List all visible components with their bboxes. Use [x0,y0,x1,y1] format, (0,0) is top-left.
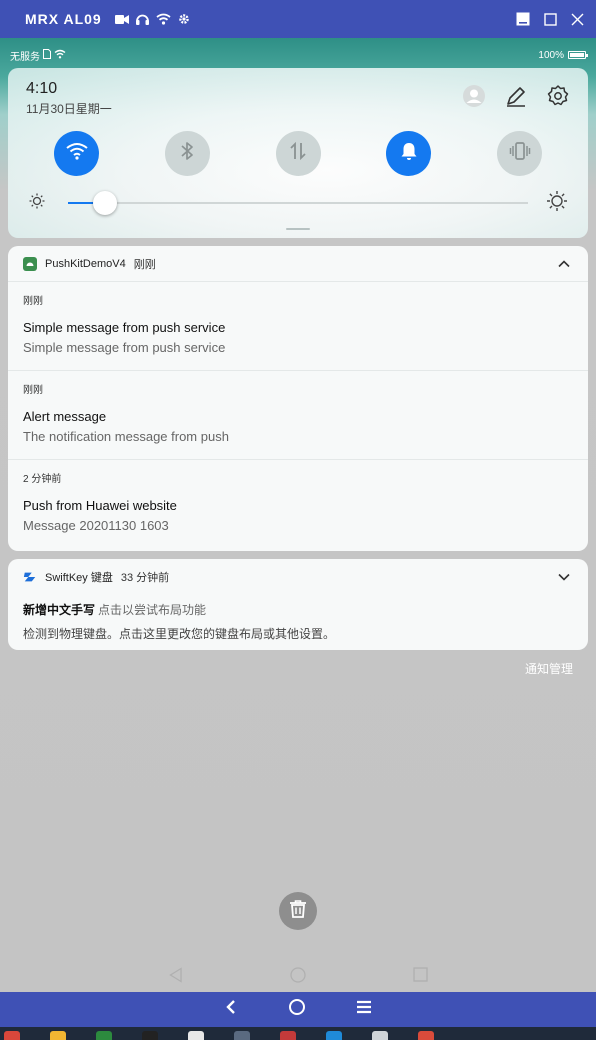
notification-item-text: Simple message from push service [23,340,226,355]
panel-drag-handle[interactable] [286,228,310,230]
brightness-low-icon [28,192,46,215]
taskbar-folder-icon[interactable] [50,1031,66,1040]
quick-settings-actions [462,84,570,108]
avatar-icon[interactable] [462,84,486,108]
sim-icon [43,48,51,62]
status-bar: 无服务 100% [10,48,588,63]
chevron-down-icon[interactable] [555,568,573,586]
chevron-up-icon[interactable] [555,255,573,273]
recents-icon[interactable] [413,967,428,987]
vibrate-toggle[interactable] [497,131,542,176]
settings-icon[interactable] [546,84,570,108]
notification-item-text: The notification message from push [23,429,229,444]
maximize-icon[interactable] [544,12,557,26]
phone-navigation-bar [0,962,596,992]
notification-item[interactable]: 2 分钟前 Push from Huawei website Message 2… [8,460,588,549]
quick-toggles [54,131,542,177]
mobile-data-toggle[interactable] [275,131,321,176]
window-controls [516,12,584,26]
minimize-icon[interactable] [516,12,530,26]
emulator-navigation-bar [0,992,596,1027]
clock-time: 4:10 [26,80,58,97]
notification-item[interactable]: 刚刚 Alert message The notification messag… [8,371,588,460]
notification-item-time: 2 分钟前 [23,474,62,485]
taskbar-app-icon[interactable] [4,1031,20,1040]
close-icon[interactable] [571,13,584,26]
taskbar-app-icon[interactable] [280,1031,296,1040]
emulator-title-bar: MRX AL09 [0,0,596,38]
phone-screen: 无服务 100% 4:10 11月30日星期一 PushKitDemoV4 刚刚… [0,38,596,992]
taskbar-app-icon[interactable] [142,1031,158,1040]
headset-icon [135,13,149,25]
swiftkey-notification[interactable]: SwiftKey 键盘 33 分钟前 新增中文手写 点击以尝试布局功能 检测到物理… [8,559,588,650]
edit-icon[interactable] [504,84,528,108]
notification-item[interactable]: 刚刚 Simple message from push service Simp… [8,282,588,371]
gear-icon[interactable] [178,13,190,25]
pushkit-notification-group: PushKitDemoV4 刚刚 刚刚 Simple message from … [8,246,588,551]
bell-icon [400,141,418,166]
app-name: PushKitDemoV4 [45,257,126,270]
sound-toggle[interactable] [386,131,432,176]
mobile-data-icon [290,141,306,166]
clear-all-button[interactable] [279,892,317,930]
notification-body: 新增中文手写 点击以尝试布局功能 检测到物理键盘。点击这里更改您的键盘布局或其他设… [8,595,588,642]
wifi-icon [156,13,171,25]
menu-icon[interactable] [356,1000,372,1019]
back-icon[interactable] [168,966,184,988]
home-icon[interactable] [288,998,306,1021]
notification-item-time: 刚刚 [23,296,43,307]
notification-time: 刚刚 [133,258,156,271]
carrier-label: 无服务 [10,51,40,63]
wifi-status-icon [54,49,66,62]
title-status-icons [114,13,190,25]
brightness-high-icon [546,190,568,217]
window-title: MRX AL09 [25,11,102,27]
taskbar-app-icon[interactable] [188,1031,204,1040]
host-taskbar [0,1027,596,1040]
notification-title: 新增中文手写 [23,603,96,617]
notification-title-rest: 点击以尝试布局功能 [98,603,207,617]
taskbar-app-icon[interactable] [418,1031,434,1040]
taskbar-app-icon[interactable] [234,1031,250,1040]
notification-item-title: Alert message [23,409,107,424]
battery-icon [568,51,588,59]
quick-settings-panel: 4:10 11月30日星期一 [8,68,588,238]
taskbar-app-icon[interactable] [326,1031,342,1040]
bluetooth-icon [180,141,194,166]
brightness-slider[interactable] [68,191,528,215]
notification-text: 检测到物理键盘。点击这里更改您的键盘布局或其他设置。 [23,627,336,641]
bluetooth-toggle[interactable] [164,131,210,176]
back-icon[interactable] [224,999,238,1020]
notification-header[interactable]: PushKitDemoV4 刚刚 [8,246,588,282]
notification-item-title: Push from Huawei website [23,498,177,513]
notification-time: 33 分钟前 [120,572,170,584]
app-name: SwiftKey 键盘 [45,572,113,584]
video-icon [114,14,129,25]
clock-date: 11月30日星期一 [26,102,112,116]
swiftkey-app-icon [23,570,37,584]
wifi-icon [65,142,88,165]
wifi-toggle[interactable] [54,131,99,176]
brightness-control [28,190,568,217]
taskbar-app-icon[interactable] [96,1031,112,1040]
notification-title-line: 新增中文手写 点击以尝试布局功能 [23,601,573,618]
battery-percent: 100% [538,49,564,61]
brightness-slider-thumb[interactable] [92,191,117,215]
trash-icon [289,899,307,924]
taskbar-app-icon[interactable] [372,1031,388,1040]
android-app-icon [23,256,37,271]
notification-header[interactable]: SwiftKey 键盘 33 分钟前 [8,559,588,595]
notification-item-title: Simple message from push service [23,320,226,335]
vibrate-icon [509,141,531,166]
notification-item-time: 刚刚 [23,385,43,396]
notification-item-text: Message 20201130 1603 [23,518,169,533]
notification-management-link[interactable]: 通知管理 [525,660,573,677]
home-icon[interactable] [289,966,307,989]
